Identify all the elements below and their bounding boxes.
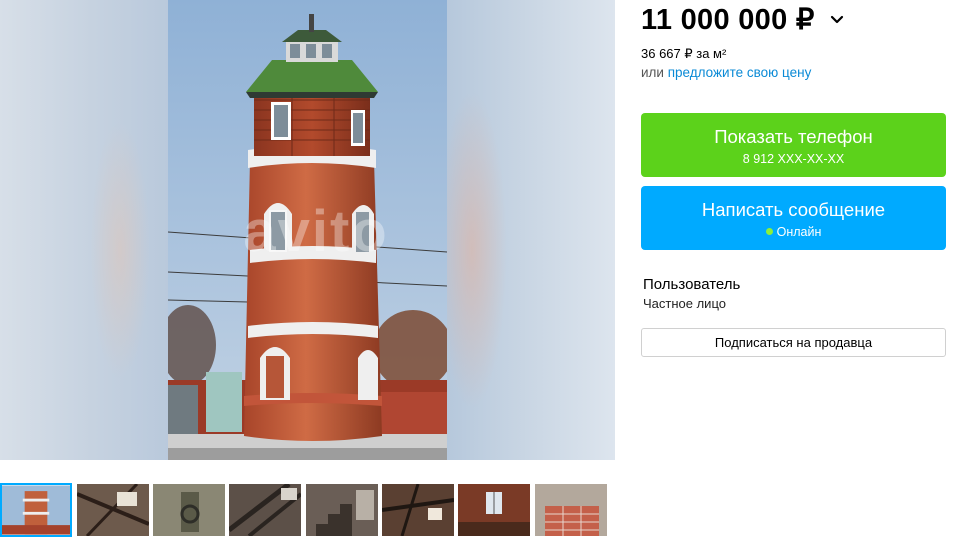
thumbnail-8-bricks[interactable] [535, 484, 607, 536]
thumbnail-1-tower-exterior[interactable] [0, 483, 72, 537]
price: 11 000 000 ₽ [641, 4, 815, 36]
offer-prefix: или [641, 65, 668, 80]
show-phone-label: Показать телефон [714, 126, 873, 147]
thumbnail-2-roof-beams[interactable] [77, 484, 149, 536]
masked-phone-number: 8 912 XXX-XX-XX [742, 152, 845, 166]
thumbnail-6-roof-frame[interactable] [382, 484, 454, 536]
offer-price-line: или предложите свою цену [641, 65, 811, 80]
seller-type: Частное лицо [643, 296, 726, 311]
gallery-blur-background-right [437, 0, 615, 460]
online-status: Онлайн [641, 225, 946, 239]
price-row: 11 000 000 ₽ [641, 2, 845, 37]
online-dot-icon [765, 228, 773, 235]
subscribe-to-seller-button[interactable]: Подписаться на продавца [641, 328, 946, 357]
thumbnail-3-interior[interactable] [153, 484, 225, 536]
price-per-square-meter: 36 667 ₽ за м² [641, 46, 727, 61]
online-status-text: Онлайн [776, 225, 822, 239]
seller-name[interactable]: Пользователь [643, 276, 740, 293]
thumbnail-5-stairs[interactable] [306, 484, 378, 536]
write-message-button[interactable]: Написать сообщение Онлайн [641, 186, 946, 250]
main-photo-water-tower[interactable]: avito [168, 0, 447, 460]
show-phone-button[interactable]: Показать телефон 8 912 XXX-XX-XX [641, 113, 946, 177]
thumbnail-7-window[interactable] [458, 484, 530, 536]
chevron-down-icon[interactable] [829, 12, 845, 28]
offer-price-link[interactable]: предложите свою цену [668, 65, 812, 80]
gallery-blur-background-left [0, 0, 168, 460]
write-message-label: Написать сообщение [701, 199, 886, 220]
thumbnail-strip [0, 483, 615, 539]
photo-gallery[interactable]: avito [0, 0, 615, 460]
thumbnail-4-stairs[interactable] [229, 484, 301, 536]
